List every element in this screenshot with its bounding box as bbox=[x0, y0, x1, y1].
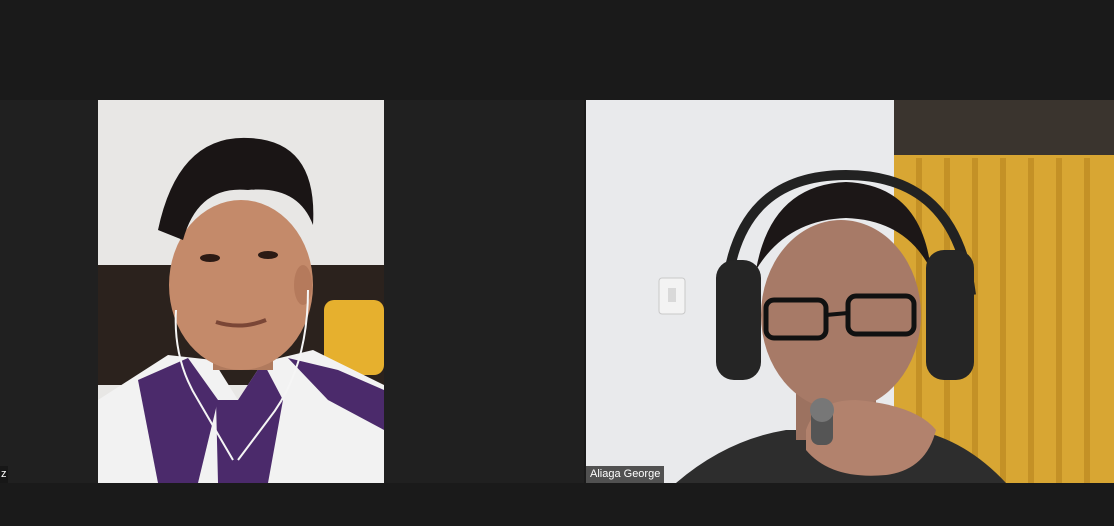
participant-name-tag-1: z bbox=[0, 466, 8, 483]
video-frame-2 bbox=[586, 100, 1114, 483]
top-bar bbox=[0, 0, 1114, 100]
participant-name-tag-2: Aliaga George bbox=[586, 466, 665, 483]
bottom-bar bbox=[0, 483, 1114, 526]
video-frame-1 bbox=[98, 100, 384, 483]
meeting-window: z Aliaga George bbox=[0, 0, 1114, 526]
participant-tile-1[interactable]: z bbox=[0, 100, 584, 483]
participant-tile-2[interactable]: Aliaga George bbox=[586, 100, 1114, 483]
participant-video-1 bbox=[98, 100, 384, 483]
